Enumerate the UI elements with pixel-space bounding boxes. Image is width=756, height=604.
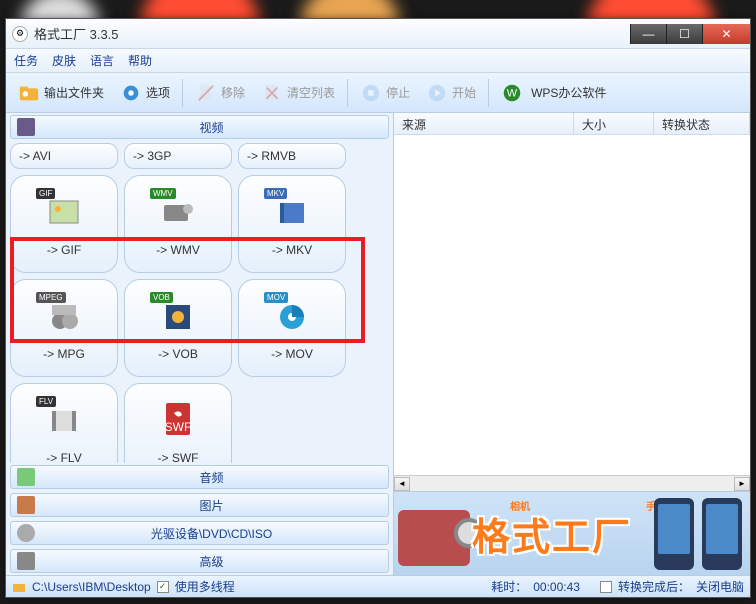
elapsed-label: 耗时：: [491, 578, 527, 595]
after-convert-label: 转换完成后：: [618, 578, 690, 595]
format-wmv[interactable]: WMV-> WMV: [124, 175, 232, 273]
gear-icon: [120, 82, 142, 104]
picture-icon: [17, 496, 35, 514]
output-path[interactable]: C:\Users\IBM\Desktop: [32, 580, 151, 594]
toolbar: 输出文件夹 选项 移除 清空列表 停止 开始 W WPS办公软件: [6, 73, 750, 113]
promo-banner: 相机 手机 格式工厂: [394, 491, 750, 575]
advanced-icon: [17, 552, 35, 570]
menubar: 任务 皮肤 语言 帮助: [6, 49, 750, 73]
category-picture[interactable]: 图片: [10, 493, 389, 517]
col-status[interactable]: 转换状态: [654, 113, 750, 134]
format-vob[interactable]: VOB-> VOB: [124, 279, 232, 377]
svg-text:SWF: SWF: [165, 420, 192, 434]
menu-skin[interactable]: 皮肤: [52, 52, 76, 69]
options-button[interactable]: 选项: [114, 80, 176, 106]
disc-icon: [17, 524, 35, 542]
horizontal-scrollbar[interactable]: ◄ ►: [394, 475, 750, 491]
category-audio[interactable]: 音频: [10, 465, 389, 489]
format-mpg[interactable]: MPEG-> MPG: [10, 279, 118, 377]
clear-icon: [261, 82, 283, 104]
scroll-left-icon[interactable]: ◄: [394, 477, 410, 491]
svg-text:W: W: [507, 87, 518, 99]
menu-language[interactable]: 语言: [90, 52, 114, 69]
folder-icon: [12, 580, 26, 594]
scroll-right-icon[interactable]: ►: [734, 477, 750, 491]
phone-graphic: [702, 498, 742, 570]
play-icon: [426, 82, 448, 104]
menu-help[interactable]: 帮助: [128, 52, 152, 69]
folder-icon: [18, 82, 40, 104]
col-source[interactable]: 来源: [394, 113, 574, 134]
task-list: [394, 135, 750, 475]
output-folder-button[interactable]: 输出文件夹: [12, 80, 110, 106]
format-swf[interactable]: SWF-> SWF: [124, 383, 232, 463]
format-mov[interactable]: MOV-> MOV: [238, 279, 346, 377]
close-button[interactable]: ✕: [702, 24, 750, 44]
after-convert-checkbox[interactable]: [600, 581, 612, 593]
category-disc[interactable]: 光驱设备\DVD\CD\ISO: [10, 521, 389, 545]
wps-button[interactable]: W WPS办公软件: [495, 80, 612, 106]
stop-icon: [360, 82, 382, 104]
window-title: 格式工厂 3.3.5: [34, 24, 119, 43]
video-icon: [17, 118, 35, 136]
format-mkv[interactable]: MKV-> MKV: [238, 175, 346, 273]
logo-text: 格式工厂: [472, 506, 632, 561]
multithread-checkbox[interactable]: ✓: [157, 581, 169, 593]
stop-button[interactable]: 停止: [354, 80, 416, 106]
titlebar: ⚙ 格式工厂 3.3.5 — ☐ ✕: [6, 19, 750, 49]
statusbar: C:\Users\IBM\Desktop ✓ 使用多线程 耗时： 00:00:4…: [6, 575, 750, 597]
format-3gp[interactable]: -> 3GP: [124, 143, 232, 169]
menu-task[interactable]: 任务: [14, 52, 38, 69]
remove-icon: [195, 82, 217, 104]
remove-button[interactable]: 移除: [189, 80, 251, 106]
minimize-button[interactable]: —: [630, 24, 666, 44]
clear-list-button[interactable]: 清空列表: [255, 80, 341, 106]
right-panel: 来源 大小 转换状态 ◄ ► 相机 手机 格式工厂: [394, 113, 750, 575]
camera-graphic: [398, 510, 470, 566]
wps-icon: W: [501, 82, 523, 104]
list-header: 来源 大小 转换状态: [394, 113, 750, 135]
maximize-button[interactable]: ☐: [666, 24, 702, 44]
left-panel: 视频 -> AVI -> 3GP -> RMVB GIF-> GIF WMV->…: [6, 113, 394, 575]
app-icon: ⚙: [12, 26, 28, 42]
category-video[interactable]: 视频: [10, 115, 389, 139]
col-size[interactable]: 大小: [574, 113, 654, 134]
phone-graphic: [654, 498, 694, 570]
format-gif[interactable]: GIF-> GIF: [10, 175, 118, 273]
format-rmvb[interactable]: -> RMVB: [238, 143, 346, 169]
category-advanced[interactable]: 高级: [10, 549, 389, 573]
after-convert-value: 关闭电脑: [696, 578, 744, 595]
start-button[interactable]: 开始: [420, 80, 482, 106]
audio-icon: [17, 468, 35, 486]
format-flv[interactable]: FLV-> FLV: [10, 383, 118, 463]
app-window: ⚙ 格式工厂 3.3.5 — ☐ ✕ 任务 皮肤 语言 帮助 输出文件夹 选项 …: [5, 18, 751, 598]
format-avi[interactable]: -> AVI: [10, 143, 118, 169]
elapsed-value: 00:00:43: [533, 580, 580, 594]
multithread-label: 使用多线程: [175, 578, 235, 595]
